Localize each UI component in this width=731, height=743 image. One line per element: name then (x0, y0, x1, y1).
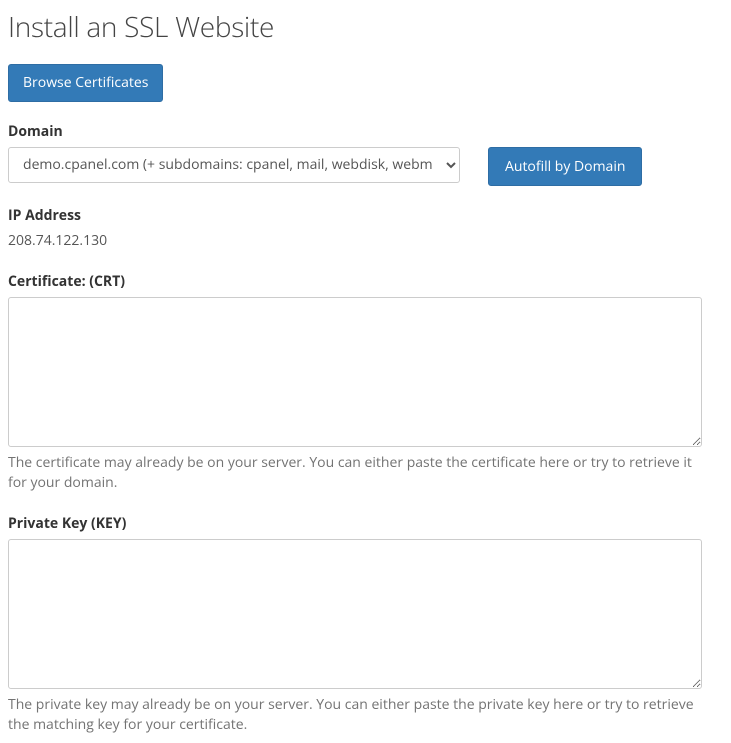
private-key-help-text: The private key may already be on your s… (8, 695, 702, 734)
browse-certificates-button[interactable]: Browse Certificates (8, 64, 163, 102)
private-key-label: Private Key (KEY) (8, 514, 723, 533)
ip-address-value: 208.74.122.130 (8, 231, 723, 250)
domain-select[interactable]: demo.cpanel.com (+ subdomains: cpanel, m… (8, 147, 460, 183)
page-title: Install an SSL Website (8, 8, 723, 46)
certificate-help-text: The certificate may already be on your s… (8, 453, 702, 492)
private-key-textarea[interactable] (8, 539, 702, 689)
autofill-by-domain-button[interactable]: Autofill by Domain (488, 147, 642, 187)
ip-address-label: IP Address (8, 206, 723, 225)
certificate-label: Certificate: (CRT) (8, 272, 723, 291)
certificate-textarea[interactable] (8, 297, 702, 447)
domain-label: Domain (8, 122, 723, 141)
